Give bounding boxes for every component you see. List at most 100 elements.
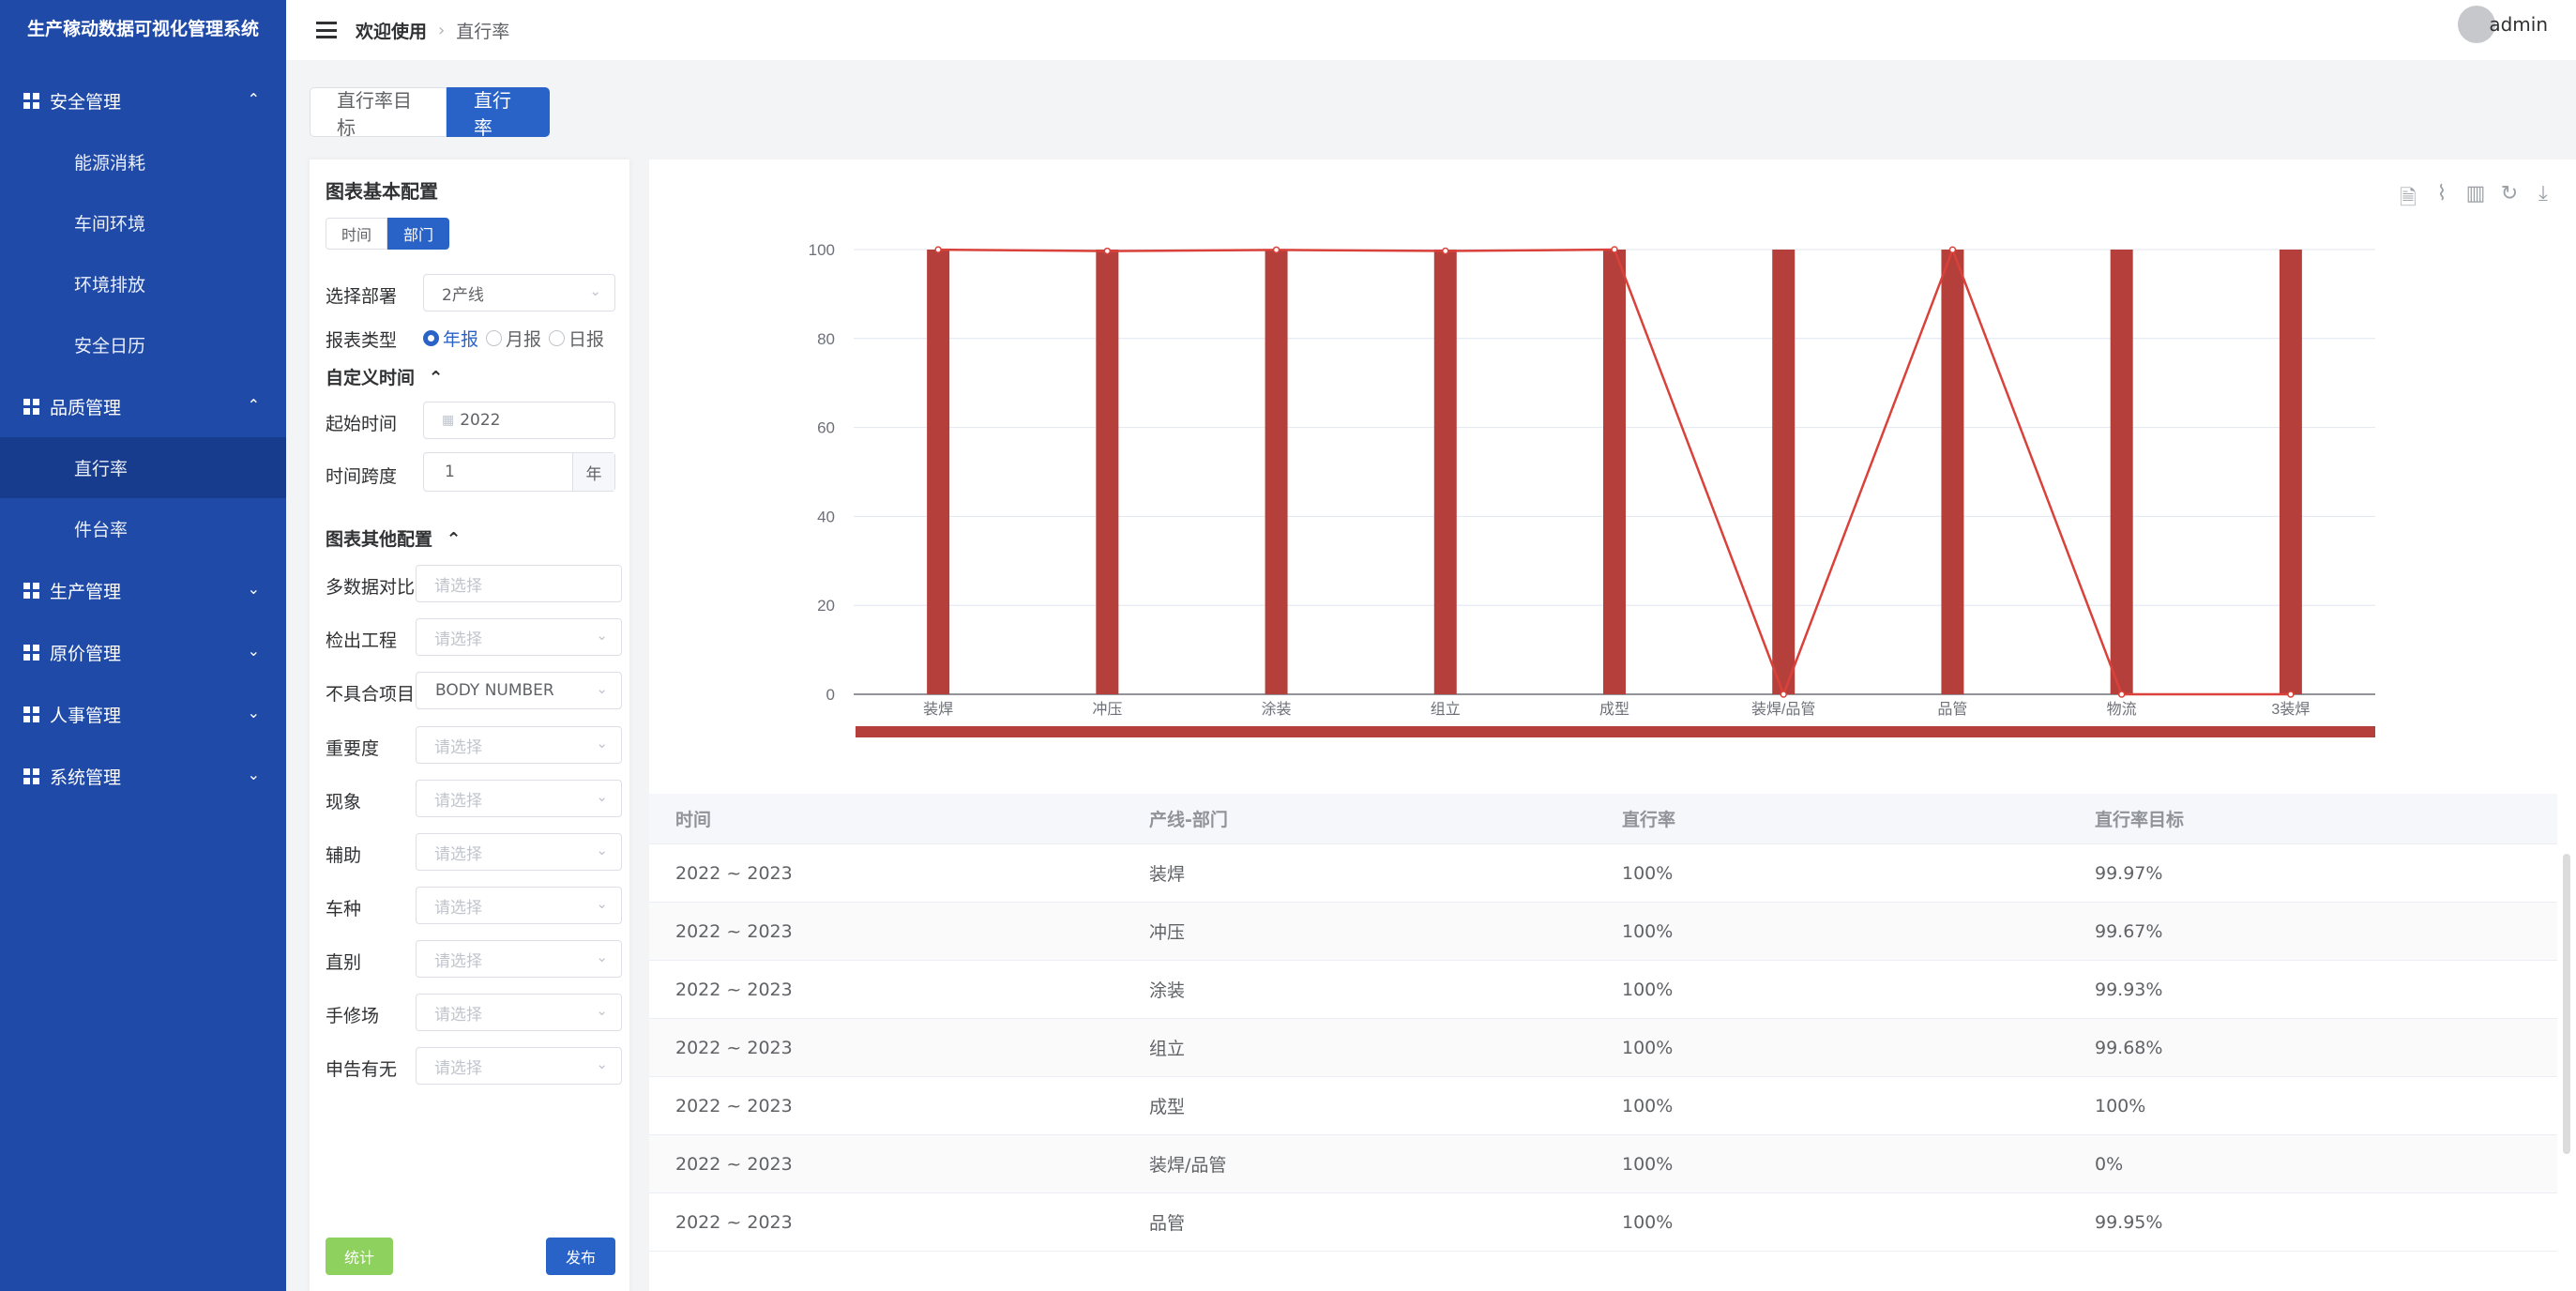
table-row[interactable]: 2022 ~ 2023 品管 100% 99.95% (649, 1193, 2557, 1252)
y-tick-label: 100 (809, 241, 835, 259)
line-point (934, 246, 942, 253)
tab-straight-rate-target[interactable]: 直行率目标 (310, 87, 447, 139)
column-header[interactable]: 直行率 (1622, 794, 1675, 843)
chevron-down-icon: ⌄ (247, 704, 260, 721)
table-cell: 100% (1622, 1211, 1674, 1233)
publish-button[interactable]: 发布 (546, 1238, 615, 1275)
other-config-header[interactable]: 图表其他配置 ⌃ (326, 525, 462, 551)
table-cell: 0% (2095, 1153, 2124, 1175)
x-tick-label: 物流 (2107, 701, 2137, 718)
line-point (1948, 246, 1957, 253)
y-tick-label: 0 (826, 686, 835, 704)
table-row[interactable]: 2022 ~ 2023 冲压 100% 99.67% (649, 903, 2557, 961)
shift-select[interactable]: 请选择 ⌄ (416, 940, 622, 978)
sidebar-item-safety-calendar[interactable]: 安全日历 (0, 314, 286, 375)
x-tick-label: 成型 (1599, 701, 1629, 718)
column-header[interactable]: 产线-部门 (1149, 794, 1228, 843)
defect-item-select[interactable]: BODY NUMBER ⌄ (416, 672, 622, 709)
field-label: 多数据对比 (326, 577, 416, 598)
menu-group-system[interactable]: 系统管理 ⌄ (0, 745, 286, 807)
table-cell: 2022 ~ 2023 (675, 1153, 793, 1175)
custom-time-header[interactable]: 自定义时间 ⌃ (326, 364, 444, 389)
severity-select[interactable]: 请选择 ⌄ (416, 726, 622, 764)
menu-toggle-icon[interactable] (316, 22, 337, 38)
dept-select[interactable]: 2产线 ⌄ (423, 274, 615, 311)
table-cell: 2022 ~ 2023 (675, 1037, 793, 1058)
chevron-up-icon: ⌃ (428, 368, 444, 388)
table-cell: 冲压 (1149, 922, 1186, 943)
radio-daily[interactable]: 日报 (549, 326, 604, 351)
span-label: 时间跨度 (326, 466, 398, 487)
x-tick-label: 冲压 (1092, 701, 1122, 718)
phenomenon-select[interactable]: 请选择 ⌄ (416, 780, 622, 817)
line-point (1611, 246, 1618, 253)
mode-dept-button[interactable]: 部门 (387, 218, 450, 250)
sidebar-item-straight-rate[interactable]: 直行率 (0, 437, 286, 498)
field-label: 辅助 (326, 845, 362, 866)
line-point (1103, 247, 1112, 255)
x-tick-label: 涂装 (1262, 701, 1292, 718)
menu-group-hr[interactable]: 人事管理 ⌄ (0, 683, 286, 745)
bar (1603, 250, 1626, 694)
vehicle-type-select[interactable]: 请选择 ⌄ (416, 887, 622, 924)
radio-label: 年报 (443, 329, 479, 350)
menu-group-production[interactable]: 生产管理 ⌄ (0, 559, 286, 621)
menu-group-quality[interactable]: 品质管理 ⌃ (0, 375, 286, 437)
y-tick-label: 20 (817, 597, 835, 615)
table-row[interactable]: 2022 ~ 2023 成型 100% 100% (649, 1077, 2557, 1135)
sidebar-item-energy[interactable]: 能源消耗 (0, 131, 286, 192)
table-cell: 100% (1622, 1153, 1674, 1175)
table-row[interactable]: 2022 ~ 2023 装焊 100% 99.97% (649, 844, 2557, 903)
table-row[interactable]: 2022 ~ 2023 装焊/品管 100% 0% (649, 1135, 2557, 1193)
menu-group-cost[interactable]: 原价管理 ⌄ (0, 621, 286, 683)
mode-toggle: 时间 部门 (326, 218, 450, 250)
calendar-icon: ▦ (442, 413, 455, 428)
sidebar-item-unit-rate[interactable]: 件台率 (0, 498, 286, 559)
radio-unchecked-icon (486, 330, 503, 346)
repair-site-select[interactable]: 请选择 ⌄ (416, 994, 622, 1031)
radio-monthly[interactable]: 月报 (486, 326, 541, 351)
inspection-select[interactable]: 请选择 ⌄ (416, 618, 622, 656)
auxiliary-select[interactable]: 请选择 ⌄ (416, 833, 622, 871)
x-tick-label: 装焊/品管 (1751, 701, 1815, 718)
bar (1433, 250, 1457, 694)
table-cell: 99.95% (2095, 1211, 2163, 1233)
table-cell: 100% (1622, 920, 1674, 942)
sidebar-item-workshop-env[interactable]: 车间环境 (0, 192, 286, 253)
y-tick-label: 60 (817, 419, 835, 437)
field-label: 重要度 (326, 738, 380, 759)
bar (1096, 250, 1119, 694)
breadcrumb-home[interactable]: 欢迎使用 (356, 18, 427, 43)
field-label: 不具合项目 (326, 684, 416, 705)
radio-label: 日报 (568, 329, 605, 350)
table-scrollbar[interactable] (2563, 854, 2570, 1154)
chevron-down-icon: ⌄ (596, 627, 608, 644)
radio-yearly[interactable]: 年报 (423, 326, 478, 351)
table-row[interactable]: 2022 ~ 2023 组立 100% 99.68% (649, 1019, 2557, 1077)
chevron-up-icon: ⌃ (446, 529, 462, 550)
column-header[interactable]: 时间 (675, 794, 711, 843)
chevron-down-icon: ⌄ (596, 842, 608, 858)
column-header[interactable]: 直行率目标 (2095, 794, 2184, 843)
sidebar-item-emission[interactable]: 环境排放 (0, 253, 286, 314)
span-input[interactable]: 1 年 (423, 452, 615, 492)
table-cell: 100% (1622, 862, 1674, 884)
mode-time-button[interactable]: 时间 (326, 218, 388, 250)
username[interactable]: admin (2489, 13, 2548, 36)
chevron-up-icon: ⌃ (247, 90, 260, 108)
start-year-picker[interactable]: ▦ 2022 (423, 402, 615, 439)
menu-group-safety[interactable]: 安全管理 ⌃ (0, 69, 286, 131)
menu-group-label: 品质管理 (50, 397, 122, 418)
x-tick-label: 装焊 (923, 701, 953, 718)
table-row[interactable]: 2022 ~ 2023 涂装 100% 99.93% (649, 961, 2557, 1019)
chevron-down-icon: ⌄ (596, 1002, 608, 1019)
tab-straight-rate[interactable]: 直行率 (447, 87, 550, 139)
chevron-down-icon: ⌄ (596, 680, 608, 697)
placeholder: 请选择 (434, 898, 482, 918)
radio-unchecked-icon (549, 330, 566, 346)
compare-input[interactable]: 请选择 (416, 565, 622, 602)
report-type-label: 报表类型 (326, 330, 398, 351)
stat-button[interactable]: 统计 (326, 1238, 393, 1275)
chevron-down-icon: ⌄ (247, 766, 260, 783)
report-flag-select[interactable]: 请选择 ⌄ (416, 1047, 622, 1085)
